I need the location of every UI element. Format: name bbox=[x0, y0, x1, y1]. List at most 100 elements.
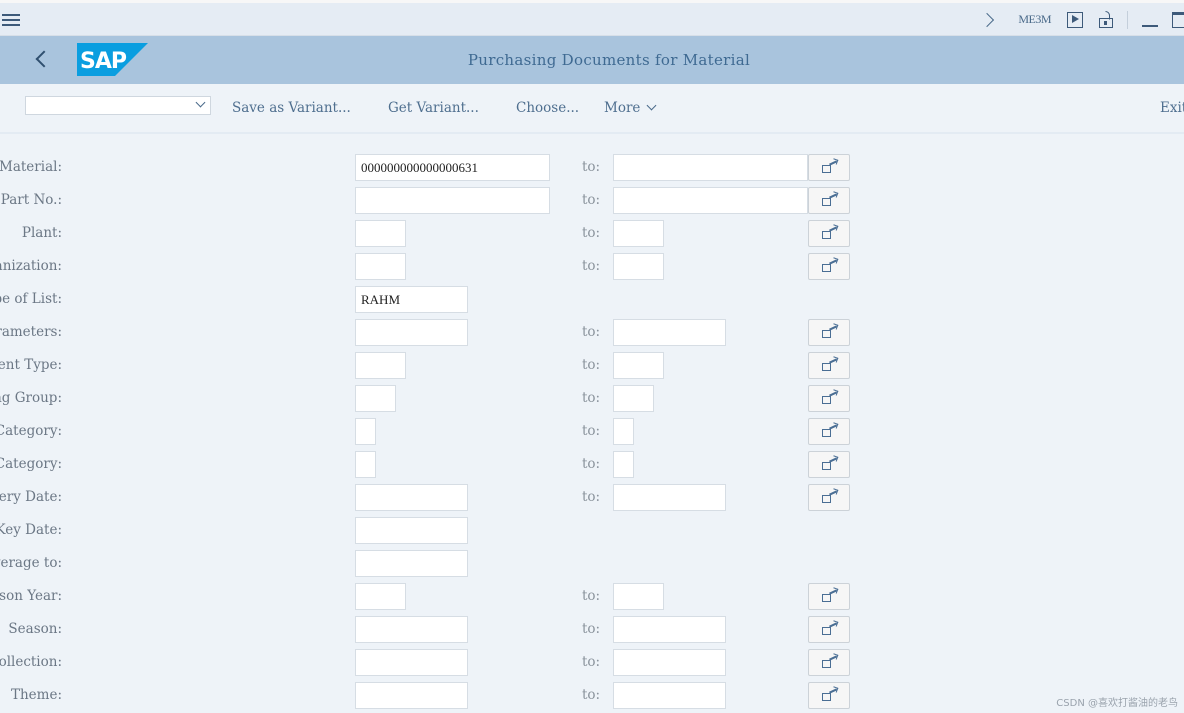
plant-from-input[interactable] bbox=[355, 220, 406, 247]
purchasing-organization-to-input[interactable] bbox=[613, 253, 664, 280]
multiple-selection-button[interactable] bbox=[808, 319, 850, 346]
hamburger-menu-icon[interactable] bbox=[2, 12, 20, 28]
to-label: to: bbox=[582, 225, 601, 241]
plant-to-input[interactable] bbox=[613, 220, 664, 247]
document-type-from-input[interactable] bbox=[355, 352, 406, 379]
material-to-input[interactable] bbox=[613, 154, 808, 181]
multiple-selection-button[interactable] bbox=[808, 154, 850, 181]
multiple-selection-icon bbox=[822, 429, 831, 437]
form-row-account-assignment-category: Account Assignment Category: to: bbox=[0, 451, 900, 478]
field-label: Collection: bbox=[0, 654, 62, 670]
multiple-selection-button[interactable] bbox=[808, 583, 850, 610]
multiple-selection-button[interactable] bbox=[808, 649, 850, 676]
multiple-selection-icon bbox=[822, 627, 831, 635]
multiple-selection-icon bbox=[822, 660, 831, 668]
multiple-selection-button[interactable] bbox=[808, 484, 850, 511]
form-row-purchasing-group: Purchasing Group: to: bbox=[0, 385, 900, 412]
form-row-manufacturer-part-no: Manufacturer Part No.: to: bbox=[0, 187, 900, 214]
multiple-selection-button[interactable] bbox=[808, 385, 850, 412]
purchasing-group-from-input[interactable] bbox=[355, 385, 396, 412]
delivery-date-to-input[interactable] bbox=[613, 484, 726, 511]
item-category-to-input[interactable] bbox=[613, 418, 634, 445]
toolbar: Save as Variant... Get Variant... Choose… bbox=[0, 84, 1184, 134]
execute-icon[interactable] bbox=[1067, 11, 1083, 28]
account-assignment-category-from-input[interactable] bbox=[355, 451, 376, 478]
account-assignment-category-to-input[interactable] bbox=[613, 451, 634, 478]
selection-parameters-to-input[interactable] bbox=[613, 319, 726, 346]
manufacturer-part-no-from-input[interactable] bbox=[355, 187, 550, 214]
multiple-selection-button[interactable] bbox=[808, 616, 850, 643]
scope-of-list-input[interactable]: RAHM bbox=[355, 286, 468, 313]
document-type-to-input[interactable] bbox=[613, 352, 664, 379]
get-variant-button[interactable]: Get Variant... bbox=[388, 100, 479, 116]
field-label: Theme: bbox=[10, 687, 62, 703]
collection-from-input[interactable] bbox=[355, 649, 468, 676]
field-label: Manufacturer Part No.: bbox=[0, 192, 62, 208]
purchasing-organization-from-input[interactable] bbox=[355, 253, 406, 280]
season-to-input[interactable] bbox=[613, 616, 726, 643]
season-year-to-input[interactable] bbox=[613, 583, 664, 610]
exit-button[interactable]: Exit bbox=[1160, 100, 1184, 116]
season-from-input[interactable] bbox=[355, 616, 468, 643]
to-label: to: bbox=[582, 258, 601, 274]
chevron-right-icon[interactable] bbox=[980, 12, 995, 28]
field-label: Season Year: bbox=[0, 588, 62, 604]
delivery-date-from-input[interactable] bbox=[355, 484, 468, 511]
field-label: Validity Key Date: bbox=[0, 522, 62, 538]
to-label: to: bbox=[582, 456, 601, 472]
multiple-selection-icon bbox=[822, 495, 831, 503]
save-as-variant-button[interactable]: Save as Variant... bbox=[232, 100, 351, 116]
multiple-selection-button[interactable] bbox=[808, 682, 850, 709]
selection-parameters-from-input[interactable] bbox=[355, 319, 468, 346]
form-row-delivery-date: Delivery Date: to: bbox=[0, 484, 900, 511]
maximize-icon[interactable] bbox=[1172, 11, 1184, 28]
collection-to-input[interactable] bbox=[613, 649, 726, 676]
multiple-selection-button[interactable] bbox=[808, 253, 850, 280]
multiple-selection-icon bbox=[822, 165, 831, 173]
form-row-collection: Collection: to: bbox=[0, 649, 900, 676]
material-from-input[interactable]: 000000000000000631 bbox=[355, 154, 550, 181]
multiple-selection-icon bbox=[822, 330, 831, 338]
multiple-selection-icon bbox=[822, 198, 831, 206]
to-label: to: bbox=[582, 423, 601, 439]
range-of-coverage-input[interactable] bbox=[355, 550, 468, 577]
chevron-down-icon bbox=[646, 100, 657, 111]
purchasing-group-to-input[interactable] bbox=[613, 385, 654, 412]
multiple-selection-button[interactable] bbox=[808, 418, 850, 445]
validity-key-date-input[interactable] bbox=[355, 517, 468, 544]
theme-to-input[interactable] bbox=[613, 682, 726, 709]
to-label: to: bbox=[582, 588, 601, 604]
form-row-purchasing-organization: Purchasing Organization: to: bbox=[0, 253, 900, 280]
multiple-selection-button[interactable] bbox=[808, 187, 850, 214]
more-button[interactable]: More bbox=[604, 100, 657, 116]
form-row-material: Material: 000000000000000631 to: bbox=[0, 154, 900, 181]
field-label: Plant: bbox=[21, 225, 62, 241]
field-label: Scope of List: bbox=[0, 291, 62, 307]
unlock-icon[interactable] bbox=[1099, 10, 1113, 29]
variant-select[interactable] bbox=[25, 96, 211, 115]
more-label: More bbox=[604, 100, 641, 116]
manufacturer-part-no-to-input[interactable] bbox=[613, 187, 808, 214]
form-row-document-type: Document Type: to: bbox=[0, 352, 900, 379]
chevron-down-icon bbox=[195, 97, 206, 108]
multiple-selection-button[interactable] bbox=[808, 352, 850, 379]
watermark: CSDN @喜欢打酱油的老鸟 bbox=[1056, 698, 1178, 709]
to-label: to: bbox=[582, 687, 601, 703]
minimize-icon[interactable] bbox=[1142, 13, 1158, 27]
multiple-selection-icon bbox=[822, 462, 831, 470]
theme-from-input[interactable] bbox=[355, 682, 468, 709]
transaction-code[interactable]: ME3M bbox=[1018, 12, 1051, 27]
field-label: Item Category: bbox=[0, 423, 62, 439]
choose-button[interactable]: Choose... bbox=[516, 100, 579, 116]
to-label: to: bbox=[582, 390, 601, 406]
sap-logo-text: SAP bbox=[80, 49, 127, 74]
season-year-from-input[interactable] bbox=[355, 583, 406, 610]
multiple-selection-icon bbox=[822, 231, 831, 239]
multiple-selection-button[interactable] bbox=[808, 451, 850, 478]
item-category-from-input[interactable] bbox=[355, 418, 376, 445]
title-bar: Purchasing Documents for Material SAP bbox=[0, 36, 1184, 84]
form-row-selection-parameters: Selection Parameters: to: bbox=[0, 319, 900, 346]
form-row-validity-key-date: Validity Key Date: bbox=[0, 517, 900, 544]
multiple-selection-button[interactable] bbox=[808, 220, 850, 247]
multiple-selection-icon bbox=[822, 693, 831, 701]
